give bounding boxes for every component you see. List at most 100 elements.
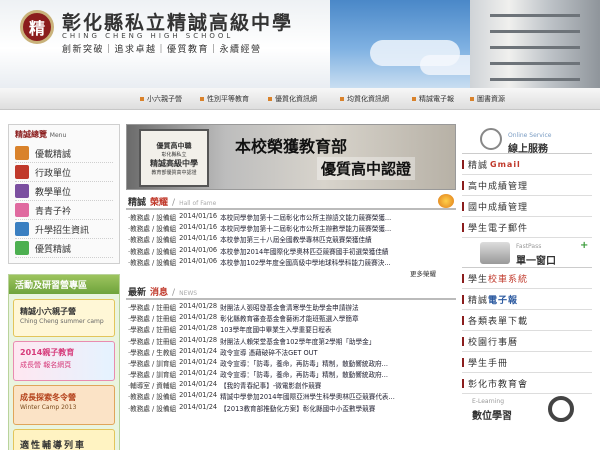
service-link-highlight: Gmail [490,159,521,169]
menu-item-icon [15,146,29,160]
service-link-label: 精誠 [468,295,489,306]
nav-item[interactable]: 優質化資訊網 [268,94,317,104]
header-building-image [470,0,600,88]
service-link[interactable]: 彰化市教育會 [462,373,592,394]
news-item[interactable]: ‧學務處 / 註冊組 2014/01/28 財團法人賴栄堂基金會102學年度第2學期… [126,336,456,347]
news-item[interactable]: ‧學務處 / 生教組 2014/01/24 政令宣導 憑藉破碎不法GET OUT [126,347,456,358]
service-link-label: 學生手冊 [468,358,509,369]
nav-item[interactable]: 精誠電子報 [412,94,454,104]
news-title: 【我的青春紀事】-微電影創作競賽 [220,382,322,391]
school-name[interactable]: 彰化縣私立精誠高級中學 [62,8,293,35]
news-item[interactable]: ‧教務處 / 設備組 2014/01/06 本校參加2014年國際化學奧林匹亞競賽國… [126,246,456,257]
plus-icon: + [580,240,589,251]
news-item[interactable]: ‧學務處 / 註冊組 2014/01/28 103學年度國中畢業生入學重要日程表 [126,324,456,335]
globe-icon [480,128,502,150]
service-link[interactable]: 學生 校車系統 [462,268,592,289]
sidebar-item[interactable]: 優質精誠 [15,239,113,258]
news-date: 2014/01/16 [179,234,218,243]
service-link-highlight: 電子報 [488,295,519,306]
news-date: 2014/01/16 [179,212,218,220]
service-link[interactable]: 學生手冊 [462,352,592,373]
fastpass-header[interactable]: FastPass 單一窗口 + [462,238,592,268]
service-link[interactable]: 國中成績管理 [462,196,592,217]
news-item[interactable]: ‧學務處 / 註冊組 2014/01/28 彰化縣教育審查基金會藝術才能班甄選入學簡… [126,313,456,324]
more-honors-link[interactable]: 更多榮耀 [126,268,456,280]
news-title: 本校參加第三十八屆全國教學專林匹克競賽榮獲佳績 [220,236,372,245]
news-dept: ‧教務處 / 設備組 [128,236,177,245]
promo-card-winter-camp[interactable]: 成長探索冬令營 Winter Camp 2013 [13,385,115,425]
sidebar-item[interactable]: 青青子衿 [15,201,113,220]
news-date: 2014/01/24 [179,402,218,411]
sidebar-item[interactable]: 升學招生資訊 [15,220,113,239]
news-title: 103學年度國中畢業生入學重要日程表 [220,326,332,335]
news-title: 財團法人賴栄堂基金會102學年度第2學期「助學金」 [220,337,376,346]
news-dept: ‧學務處 / 註冊組 [128,315,177,324]
news-dept: ‧教務處 / 設備組 [128,247,177,256]
news-date: 2014/01/06 [179,256,218,265]
news-title: 【2013教育部推動化方案】彰化縣國中小盃數學競賽 [220,404,376,413]
news-title: 政令宣導 憑藉破碎不法GET OUT [220,348,318,357]
news-date: 2014/01/24 [179,391,218,400]
news-dept: ‧教務處 / 設備組 [128,225,177,234]
news-title: 本校參加102學年度全國高級中學地球科學科能力競賽決... [220,258,391,267]
service-link-label: 學生 [468,274,489,285]
news-item[interactable]: ‧教務處 / 設備組 2014/01/16 本校同學參加第十二屆彰化市公所主辦數學能… [126,223,456,234]
service-link[interactable]: 各類表單下載 [462,310,592,331]
main-content: 優質高中職 彰化縣私立 精誠高級中學 教育部優質高中認證 本校榮獲教育部 優質高… [126,124,456,414]
nav-item[interactable]: 均質化資訊網 [340,94,389,104]
site-header: 精 彰化縣私立精誠高級中學 CHING CHENG HIGH SCHOOL 創新… [0,0,600,88]
left-sidebar: 精誠總覽 Menu 優載精誠 行政單位 教學單位 青青子衿 升學招生資訊 優質精誠 活動及… [8,124,120,450]
news-item[interactable]: ‧學務處 / 訓育組 2014/01/24 政令宣導：「防毒，養命，再防毒」精制，散… [126,358,456,369]
news-title: 本校同學參加第十二屆彰化市公所主辦數學能力競賽榮獲... [220,225,392,234]
news-item[interactable]: ‧輔導室 / 資輔組 2014/01/24 【我的青春紀事】-微電影創作競賽 [126,380,456,391]
bullet-icon [340,97,344,101]
news-title: 本校參加2014年國際化學奧林匹亞競賽國手初選榮獲佳績 [220,247,389,256]
service-link[interactable]: 精誠 電子報 [462,289,592,310]
menu-item-icon [15,222,29,236]
news-item[interactable]: ‧教務處 / 設備組 2014/01/24 精誠中學參加2014年國際亞洲學生科學奧… [126,391,456,402]
news-dept: ‧學務處 / 註冊組 [128,337,177,346]
service-link-label: 高中成績管理 [468,181,529,192]
news-item[interactable]: ‧教務處 / 設備組 2014/01/16 本校同學參加第十二屆彰化市公所主辦語文能… [126,212,456,223]
news-dept: ‧學務處 / 註冊組 [128,326,177,335]
nav-item[interactable]: 圖書資源 [470,94,505,104]
service-link[interactable]: 精誠 Gmail [462,154,592,175]
honor-banner[interactable]: 優質高中職 彰化縣私立 精誠高級中學 教育部優質高中認證 本校榮獲教育部 優質高… [126,124,456,190]
school-name-en: CHING CHENG HIGH SCHOOL [62,32,234,40]
service-link-label: 校園行事曆 [468,337,519,348]
sidebar-item[interactable]: 教學單位 [15,182,113,201]
service-link[interactable]: 學生電子郵件 [462,217,592,238]
sidebar-item-label: 青青子衿 [35,206,72,217]
service-link[interactable]: 校園行事曆 [462,331,592,352]
news-item[interactable]: ‧教務處 / 設備組 2014/01/16 本校參加第三十八屆全國教學專林匹克競賽榮… [126,234,456,245]
sidebar-item[interactable]: 優載精誠 [15,144,113,163]
news-date: 2014/01/24 [179,346,218,355]
promo-card-summer-camp[interactable]: 精誠小六親子營 Ching Cheng summer camp [13,299,115,337]
news-dept: ‧輔導室 / 資輔組 [128,382,177,391]
nav-item[interactable]: 小六親子營 [140,94,182,104]
service-link[interactable]: 高中成績管理 [462,175,592,196]
menu-item-icon [15,241,29,255]
honor-section-header: 精誠 榮耀 / Hall of Fame [126,194,456,210]
service-link-label: 彰化市教育會 [468,379,529,390]
sidebar-item[interactable]: 行政單位 [15,163,113,182]
promo-card-guidance-train[interactable]: 適性輔導列車 [13,429,115,450]
news-item[interactable]: ‧教務處 / 設備組 2014/01/06 本校參加102學年度全國高級中學地球科學… [126,257,456,268]
service-link-label: 各類表單下載 [468,316,529,327]
sidebar-item-label: 升學招生資訊 [35,225,90,236]
news-item[interactable]: ‧學務處 / 訓育組 2014/01/24 政令宣導：「防毒，養命，再防毒」精制，散… [126,369,456,380]
headphones-icon [548,396,574,422]
trophy-icon [438,194,454,208]
news-dept: ‧教務處 / 設備組 [128,214,177,222]
menu-item-icon [15,165,29,179]
news-item[interactable]: ‧學務處 / 註冊組 2014/01/28 財團法人張昭發基金會清寒學生助學金申請辦… [126,302,456,313]
news-dept: ‧學務處 / 註冊組 [128,303,177,312]
promo-card-parent-child[interactable]: 2014親子教育 成長營 報名網頁 [13,341,115,381]
school-logo[interactable]: 精 [20,10,54,44]
nav-item[interactable]: 性別平等教育 [200,94,249,104]
news-date: 2014/01/28 [179,324,218,333]
elearning-link[interactable]: E-Learning 數位學習 [462,394,592,428]
quality-certification-badge: 優質高中職 彰化縣私立 精誠高級中學 教育部優質高中認證 [139,129,209,187]
news-section-header: 最新 消息 / NEWS [126,284,456,300]
news-item[interactable]: ‧教務處 / 設備組 2014/01/24 【2013教育部推動化方案】彰化縣國中小… [126,403,456,414]
